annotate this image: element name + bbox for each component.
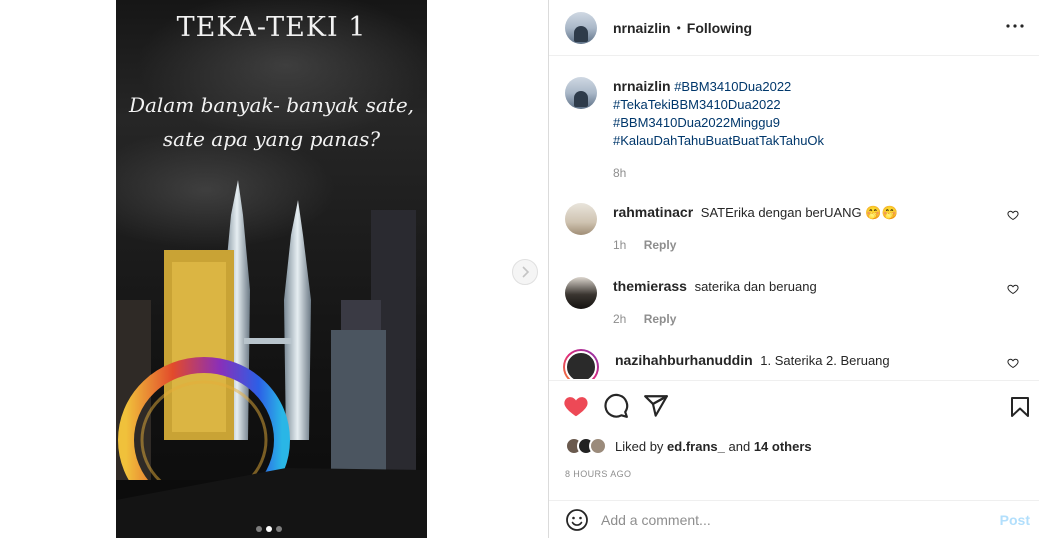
carousel-dot-active[interactable]: [266, 526, 272, 532]
likes-conjunction: and: [728, 438, 751, 454]
header-username[interactable]: nrnaizlin: [613, 20, 671, 36]
comment-username[interactable]: rahmatinacr: [613, 204, 693, 220]
post-photo[interactable]: TEKA-TEKI 1 Dalam banyak- banyak sate, s…: [116, 0, 427, 538]
comment-text: saterika dan beruang: [694, 279, 817, 294]
hashtag-link[interactable]: #BBM3410Dua2022: [674, 79, 791, 94]
comment-meta: 2h Reply: [613, 310, 1025, 328]
following-button[interactable]: Following: [687, 20, 752, 36]
photo-question: Dalam banyak- banyak sate, sate apa yang…: [116, 88, 427, 156]
share-icon[interactable]: [643, 393, 669, 419]
action-icons: [563, 393, 669, 419]
comment-text: 1. Saterika 2. Beruang: [760, 353, 890, 368]
comment-username[interactable]: nazihahburhanuddin: [615, 352, 753, 368]
hashtag-link[interactable]: #BBM3410Dua2022Minggu9: [613, 114, 1013, 132]
comment-item: rahmatinacr SATErika dengan berUANG 🤭🤭 1…: [565, 203, 1025, 254]
caption-text: nrnaizlin #BBM3410Dua2022 #TekaTekiBBM34…: [613, 77, 1013, 182]
likes-prefix: Liked by: [615, 438, 664, 454]
caption-username[interactable]: nrnaizlin: [613, 78, 671, 94]
avatar[interactable]: [565, 277, 597, 309]
caption-time[interactable]: 8h: [613, 166, 626, 180]
comment-body: rahmatinacr SATErika dengan berUANG 🤭🤭 1…: [613, 203, 1025, 254]
post-comment-button[interactable]: Post: [1000, 512, 1030, 528]
avatar[interactable]: [565, 77, 597, 109]
liker-avatar[interactable]: [589, 437, 607, 455]
avatar-story-ring[interactable]: [563, 349, 599, 379]
comment-time[interactable]: 1h: [613, 238, 626, 252]
liked-heart-icon[interactable]: [563, 393, 589, 419]
post-header: nrnaizlin • Following: [549, 0, 1039, 56]
likes-summary: Liked by ed.frans_ and 14 others: [565, 437, 812, 455]
comment-body: themierass saterika dan beruang 2h Reply: [613, 277, 1025, 328]
chevron-right-icon: [522, 266, 530, 278]
emoji-icon[interactable]: [565, 508, 589, 532]
photo-title: TEKA-TEKI 1: [176, 12, 367, 43]
photo-question-line: Dalam banyak- banyak sate,: [128, 93, 415, 117]
more-options-button[interactable]: [1003, 14, 1027, 38]
like-comment-heart-icon[interactable]: [1007, 209, 1019, 221]
likes-label: Liked by ed.frans_ and 14 others: [615, 439, 812, 454]
media-area: TEKA-TEKI 1 Dalam banyak- banyak sate, s…: [0, 0, 548, 538]
add-comment-bar: Post: [549, 500, 1039, 538]
bookmark-icon[interactable]: [1008, 395, 1032, 419]
caption: nrnaizlin #BBM3410Dua2022 #TekaTekiBBM34…: [565, 77, 1013, 182]
next-slide-button[interactable]: [512, 259, 538, 285]
like-comment-heart-icon[interactable]: [1007, 357, 1019, 369]
comment-username[interactable]: themierass: [613, 278, 687, 294]
reply-button[interactable]: Reply: [644, 238, 677, 252]
header-separator: •: [676, 20, 681, 35]
carousel-dot[interactable]: [276, 526, 282, 532]
like-comment-heart-icon[interactable]: [1007, 283, 1019, 295]
comment-time[interactable]: 2h: [613, 312, 626, 326]
post-panel: nrnaizlin • Following nrnaizlin #BBM3410…: [548, 0, 1039, 538]
city-skyline: [116, 180, 427, 538]
photo-question-line: sate apa yang panas?: [162, 127, 381, 151]
comment-item: nazihahburhanuddin 1. Saterika 2. Beruan…: [563, 349, 1025, 379]
comments-list[interactable]: nrnaizlin #BBM3410Dua2022 #TekaTekiBBM34…: [549, 57, 1039, 379]
hashtag-link[interactable]: #TekaTekiBBM3410Dua2022: [613, 96, 1013, 114]
likes-others-link[interactable]: 14 others: [754, 439, 812, 454]
comment-body: nazihahburhanuddin 1. Saterika 2. Beruan…: [615, 351, 1025, 379]
comment-text: SATErika dengan berUANG 🤭🤭: [700, 205, 898, 220]
carousel-dot[interactable]: [256, 526, 262, 532]
caption-meta: 8h: [613, 164, 1013, 182]
liker-username[interactable]: ed.frans_: [667, 439, 725, 454]
comment-item: themierass saterika dan beruang 2h Reply: [565, 277, 1025, 328]
comment-input[interactable]: [601, 511, 981, 528]
comment-icon[interactable]: [603, 393, 629, 419]
carousel-dots: [256, 526, 282, 532]
post-timestamp[interactable]: 8 HOURS AGO: [565, 469, 631, 479]
more-dots-icon: [1006, 24, 1024, 28]
post-actions: Liked by ed.frans_ and 14 others 8 HOURS…: [549, 380, 1039, 508]
comment-meta: 1h Reply: [613, 236, 1025, 254]
reply-button[interactable]: Reply: [644, 312, 677, 326]
hashtag-link[interactable]: #KalauDahTahuBuatBuatTakTahuOk: [613, 132, 1013, 150]
avatar[interactable]: [565, 203, 597, 235]
avatar[interactable]: [565, 11, 597, 44]
